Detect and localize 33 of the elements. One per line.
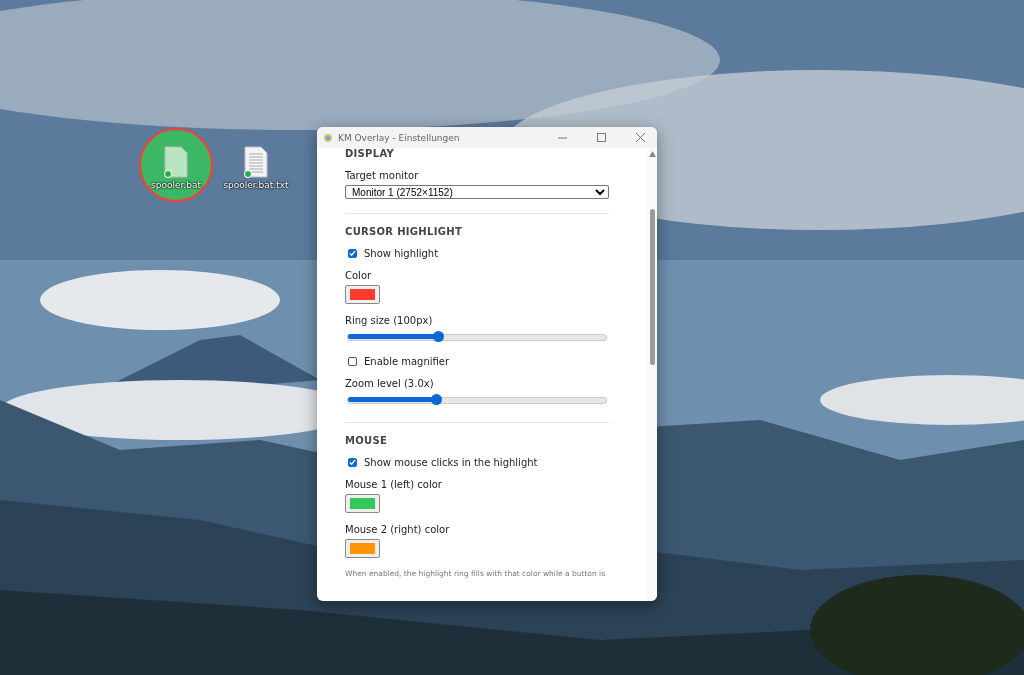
close-icon [635, 133, 645, 142]
field-label: Zoom level (3.0x) [345, 378, 435, 389]
field-label: Target monitor [345, 170, 420, 181]
field-label: Mouse 2 (right) color [345, 524, 451, 535]
checkbox-label: Enable magnifier [364, 356, 450, 367]
slider-track[interactable] [347, 334, 607, 341]
maximize-icon [596, 133, 606, 142]
scrollbar[interactable] [647, 148, 657, 601]
slider-thumb[interactable] [433, 331, 445, 342]
checkbox-label: Show mouse clicks in the highlight [364, 457, 538, 468]
field-label: Color [345, 270, 373, 281]
slider-thumb[interactable] [430, 394, 442, 405]
color-picker[interactable] [345, 285, 380, 304]
section-heading: DISPLAY [345, 148, 396, 159]
section-heading: CURSOR HIGHLIGHT [345, 226, 463, 237]
monitor-dropdown[interactable]: Monitor 1 (2752×1152) [345, 185, 609, 199]
field-label: Mouse 1 (left) color [345, 479, 443, 490]
field-label: Ring size (100px) [345, 315, 434, 326]
desktop-icon-label[interactable]: spooler.bat.txt [223, 180, 289, 190]
slider-track[interactable] [347, 397, 607, 404]
checkbox[interactable] [348, 458, 357, 467]
checkbox[interactable] [348, 249, 357, 258]
color-picker[interactable] [345, 494, 380, 513]
app-icon [323, 132, 333, 143]
checkbox-label: Show highlight [364, 248, 439, 259]
scroll-up-icon[interactable] [648, 151, 656, 157]
window-title: KM Overlay - Einstellungen [338, 132, 461, 143]
file-icon [243, 146, 269, 178]
checkbox[interactable] [348, 357, 357, 366]
section-heading: MOUSE [345, 435, 389, 446]
color-picker[interactable] [345, 539, 380, 558]
file-icon [163, 146, 189, 178]
desktop-icon-label[interactable]: spooler.bat [151, 180, 201, 190]
